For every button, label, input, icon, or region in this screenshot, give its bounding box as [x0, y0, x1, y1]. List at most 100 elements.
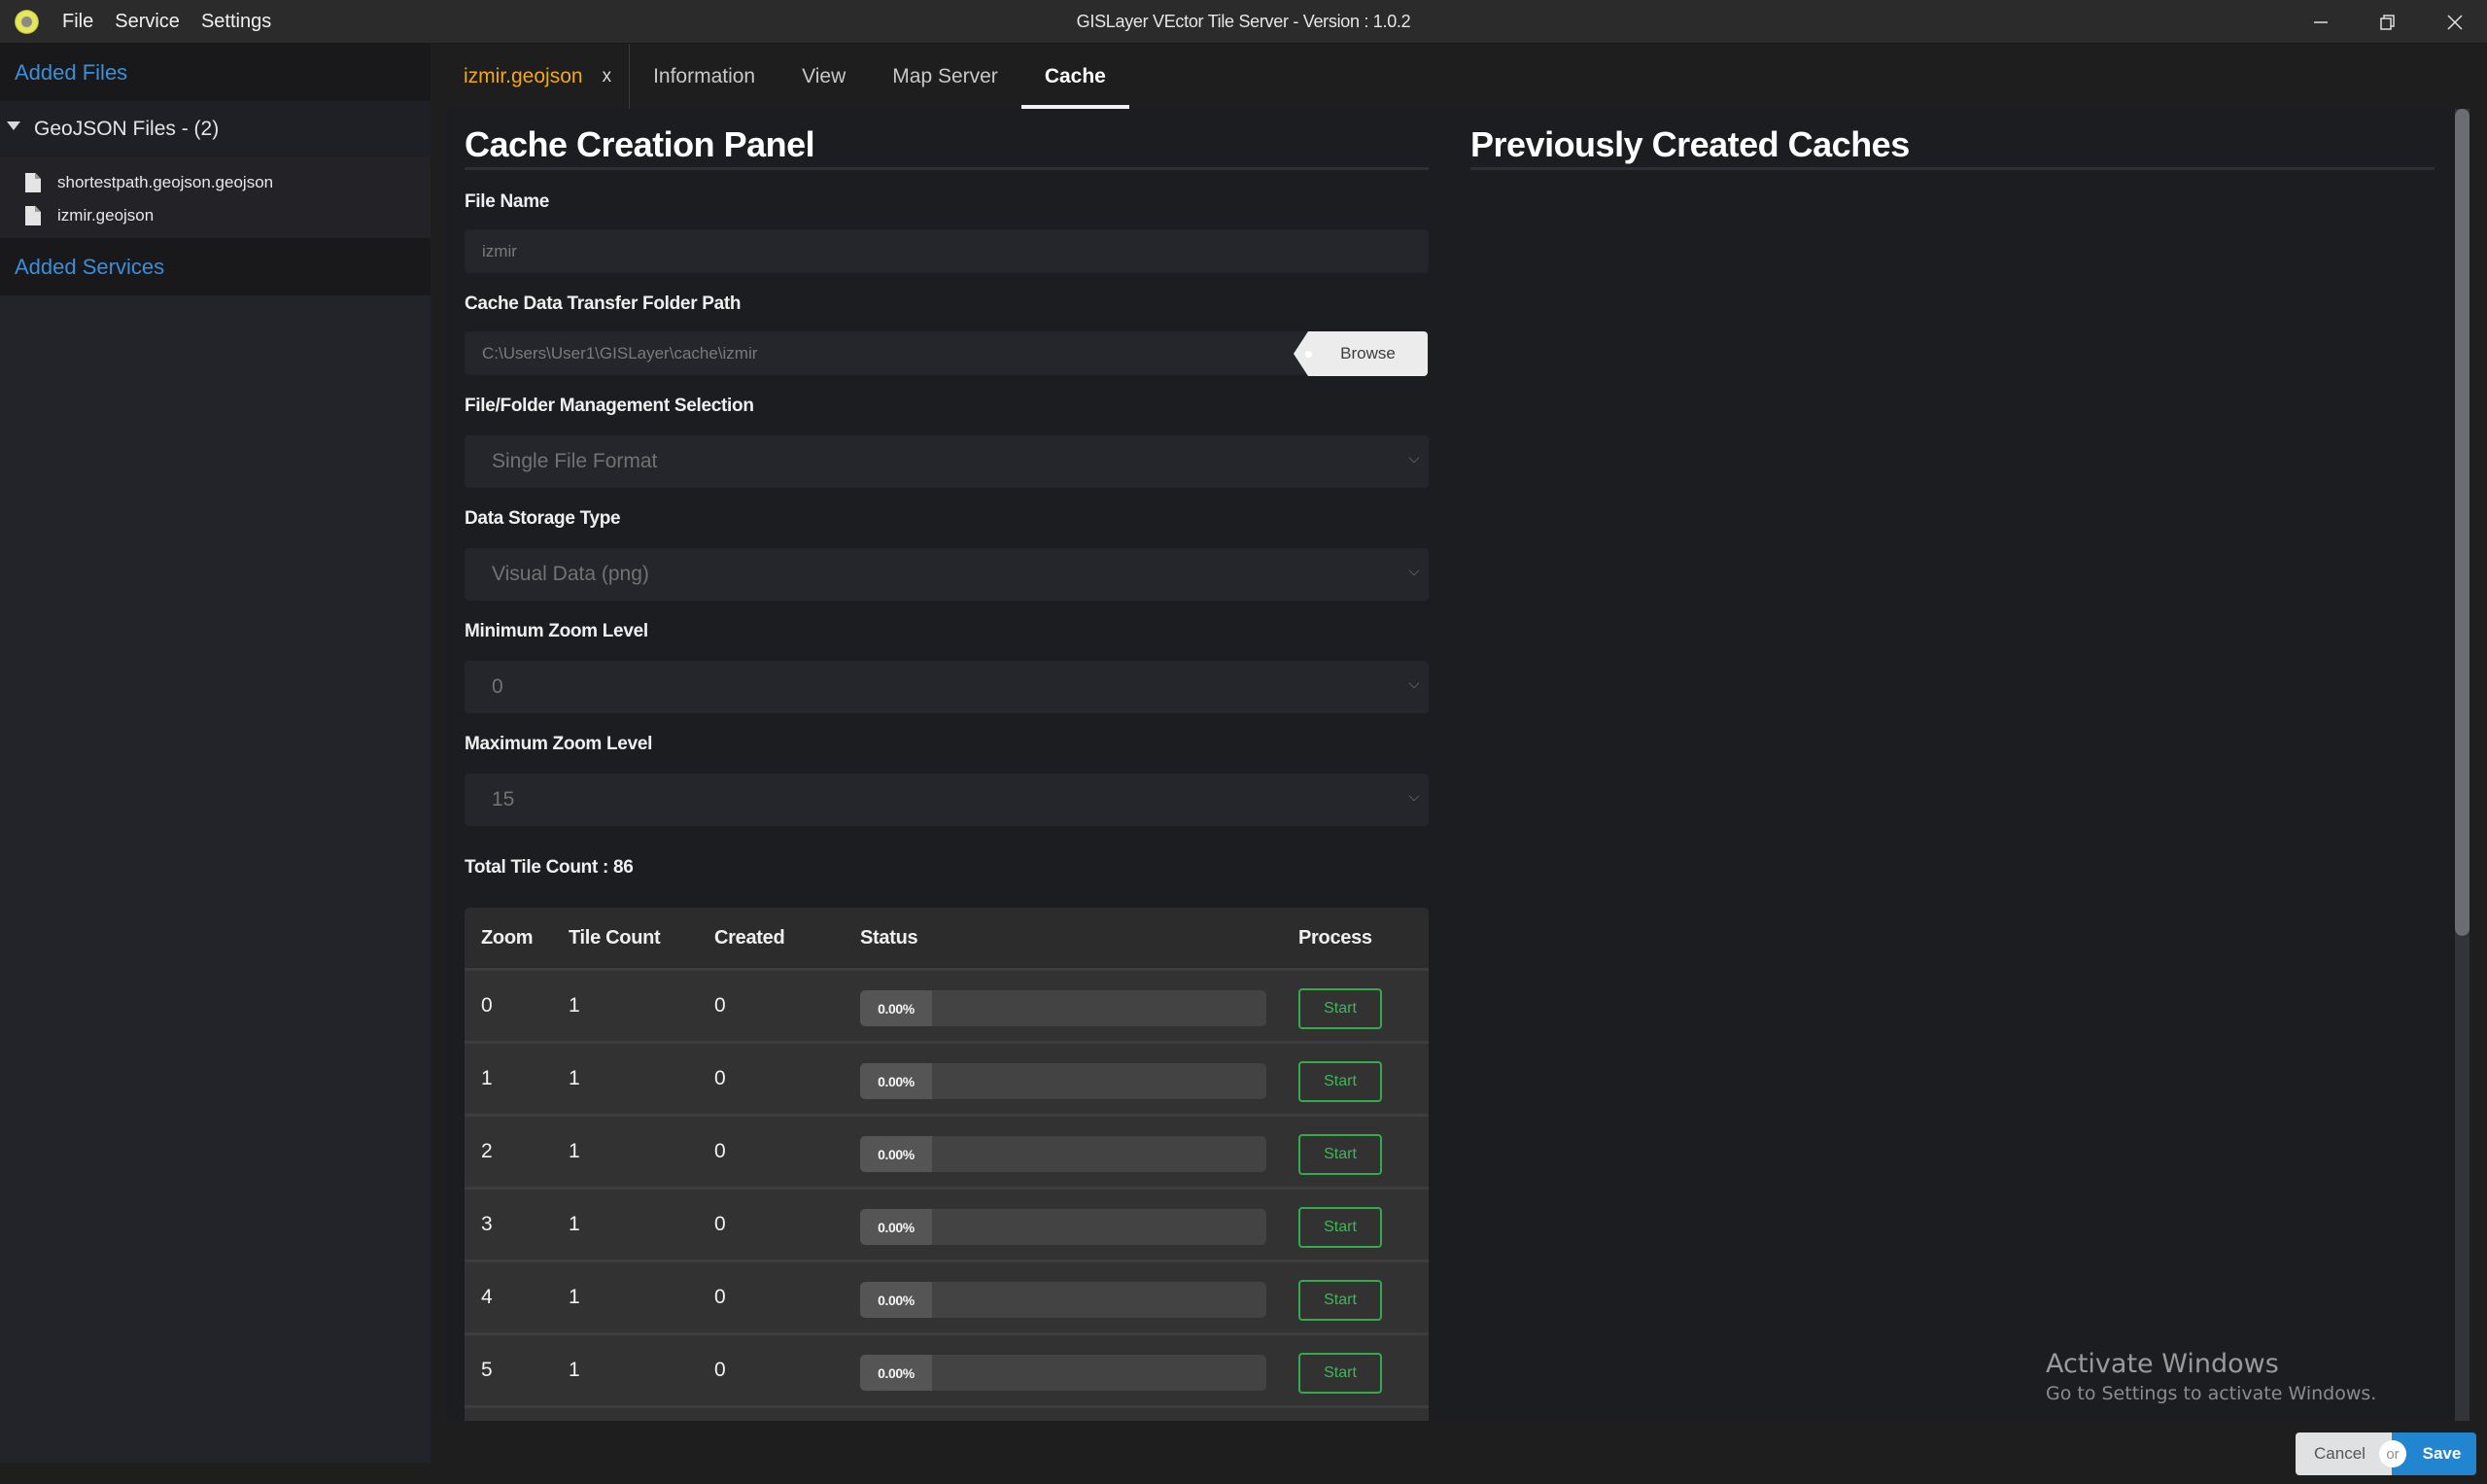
header-tile-count: Tile Count — [569, 926, 661, 949]
storage-type-label: Data Storage Type — [465, 508, 621, 529]
sidebar-file-list: shortestpath.geojson.geojson izmir.geojs… — [0, 156, 431, 238]
footer-button-group: Cancel or Save — [2296, 1432, 2476, 1475]
minimize-button[interactable] — [2292, 0, 2350, 44]
file-name-label: File Name — [465, 191, 550, 212]
sidebar-group-geojson[interactable]: GeoJSON Files - (2) — [0, 101, 431, 156]
scrollbar-thumb[interactable] — [2455, 109, 2470, 936]
table-row: 6100.00%Start — [465, 1408, 1429, 1421]
or-divider: or — [2379, 1440, 2406, 1467]
cell-created: 0 — [714, 1286, 726, 1308]
cell-created: 0 — [714, 1213, 726, 1235]
status-progress-bar: 0.00% — [860, 990, 1266, 1026]
table-row: 5 1 0 0.00% Start — [465, 1335, 1429, 1408]
tab-view[interactable]: View — [778, 44, 869, 109]
cell-created: 0 — [714, 994, 726, 1017]
header-process: Process — [1298, 926, 1372, 949]
progress-label: 0.00% — [878, 1073, 915, 1089]
status-progress-bar: 0.00% — [860, 1209, 1266, 1245]
vertical-scrollbar[interactable] — [2455, 109, 2470, 1421]
tab-close-icon[interactable]: x — [603, 66, 612, 87]
previous-caches-title: Previously Created Caches — [1470, 109, 2435, 170]
sidebar-added-services-header[interactable]: Added Services — [0, 238, 431, 295]
tab-file-izmir[interactable]: izmir.geojson x — [447, 44, 631, 109]
start-button[interactable]: Start — [1298, 1280, 1382, 1321]
file-name-input[interactable]: izmir — [465, 229, 1429, 273]
start-button[interactable]: Start — [1298, 1207, 1382, 1248]
cache-creation-panel: Cache Creation Panel File Name izmir Cac… — [465, 109, 1429, 1421]
browse-button[interactable]: Browse — [1294, 331, 1428, 376]
storage-type-select[interactable]: Visual Data (png) — [465, 548, 1429, 601]
panel-title: Cache Creation Panel — [465, 109, 1429, 170]
cell-zoom: 3 — [481, 1213, 493, 1235]
min-zoom-value: 0 — [492, 675, 503, 698]
close-icon — [2447, 14, 2463, 30]
management-select[interactable]: Single File Format — [465, 435, 1429, 488]
cell-zoom: 4 — [481, 1286, 493, 1308]
tab-information[interactable]: Information — [630, 44, 778, 109]
title-bar: File Service Settings GISLayer VEctor Ti… — [0, 0, 2487, 44]
status-progress-bar: 0.00% — [860, 1063, 1266, 1099]
cell-tile-count: 1 — [569, 1140, 580, 1162]
browse-label: Browse — [1340, 344, 1396, 362]
storage-type-value: Visual Data (png) — [492, 563, 649, 585]
tab-map-server[interactable]: Map Server — [869, 44, 1021, 109]
footer-bar — [431, 1421, 2487, 1484]
cell-created: 0 — [714, 1359, 726, 1381]
header-created: Created — [714, 926, 785, 949]
sidebar-file-name: shortestpath.geojson.geojson — [57, 173, 274, 191]
progress-label: 0.00% — [878, 1219, 915, 1235]
caret-down-icon — [7, 121, 20, 130]
previous-caches-panel: Previously Created Caches — [1470, 109, 2435, 170]
table-row: 3 1 0 0.00% Start — [465, 1190, 1429, 1262]
management-label: File/Folder Management Selection — [465, 396, 754, 416]
browse-dot-icon — [1305, 351, 1312, 358]
start-button[interactable]: Start — [1298, 1353, 1382, 1394]
status-progress-bar: 0.00% — [860, 1355, 1266, 1391]
window-title: GISLayer VEctor Tile Server - Version : … — [1076, 12, 1411, 31]
sidebar-file-name: izmir.geojson — [57, 206, 155, 224]
cell-tile-count: 1 — [569, 1286, 580, 1308]
menu-service[interactable]: Service — [115, 11, 190, 33]
tab-cache[interactable]: Cache — [1020, 44, 1129, 109]
max-zoom-value: 15 — [492, 788, 515, 811]
start-button[interactable]: Start — [1298, 1061, 1382, 1102]
max-zoom-select[interactable]: 15 — [465, 774, 1429, 826]
table-row: 0 1 0 0.00% Start — [465, 971, 1429, 1044]
max-zoom-label: Maximum Zoom Level — [465, 734, 653, 754]
table-body: 0 1 0 0.00% Start 1 1 0 0.00% Start 2 1 0 0.00% Start 3… — [465, 971, 1429, 1421]
table-row: 2 1 0 0.00% Start — [465, 1117, 1429, 1190]
folder-path-input[interactable]: C:\Users\User1\GISLayer\cache\izmir Brow… — [465, 331, 1429, 376]
file-icon — [25, 173, 41, 192]
sidebar: Added Files GeoJSON Files - (2) shortest… — [0, 44, 431, 1463]
minimize-icon — [2314, 20, 2328, 23]
sidebar-file-item[interactable]: shortestpath.geojson.geojson — [0, 166, 431, 199]
progress-label: 0.00% — [878, 1146, 915, 1162]
cell-created: 0 — [714, 1140, 726, 1162]
cell-tile-count: 1 — [569, 1067, 580, 1089]
start-button[interactable]: Start — [1298, 988, 1382, 1029]
app-logo-icon — [15, 10, 39, 34]
close-button[interactable] — [2426, 0, 2484, 44]
header-zoom: Zoom — [481, 926, 534, 949]
sidebar-file-item[interactable]: izmir.geojson — [0, 199, 431, 232]
progress-label: 0.00% — [878, 1364, 915, 1381]
menu-file[interactable]: File — [62, 11, 104, 33]
cancel-button[interactable]: Cancel — [2296, 1432, 2392, 1475]
folder-path-label: Cache Data Transfer Folder Path — [465, 293, 742, 314]
chevron-down-icon — [1408, 565, 1420, 576]
cell-zoom: 5 — [481, 1359, 493, 1381]
cell-tile-count: 1 — [569, 1359, 580, 1381]
sidebar-group-label: GeoJSON Files - (2) — [34, 117, 220, 140]
sidebar-added-files-header[interactable]: Added Files — [0, 44, 431, 101]
chevron-down-icon — [1408, 452, 1420, 464]
min-zoom-label: Minimum Zoom Level — [465, 621, 648, 641]
restore-button[interactable] — [2359, 0, 2417, 44]
cell-tile-count: 1 — [569, 1213, 580, 1235]
start-button[interactable]: Start — [1298, 1134, 1382, 1175]
tab-bar: izmir.geojson x Information View Map Ser… — [447, 44, 1129, 109]
menu-settings[interactable]: Settings — [201, 11, 282, 33]
min-zoom-select[interactable]: 0 — [465, 661, 1429, 713]
header-status: Status — [860, 926, 918, 949]
cell-tile-count: 1 — [569, 994, 580, 1017]
total-tile-count: Total Tile Count : 86 — [465, 857, 634, 878]
